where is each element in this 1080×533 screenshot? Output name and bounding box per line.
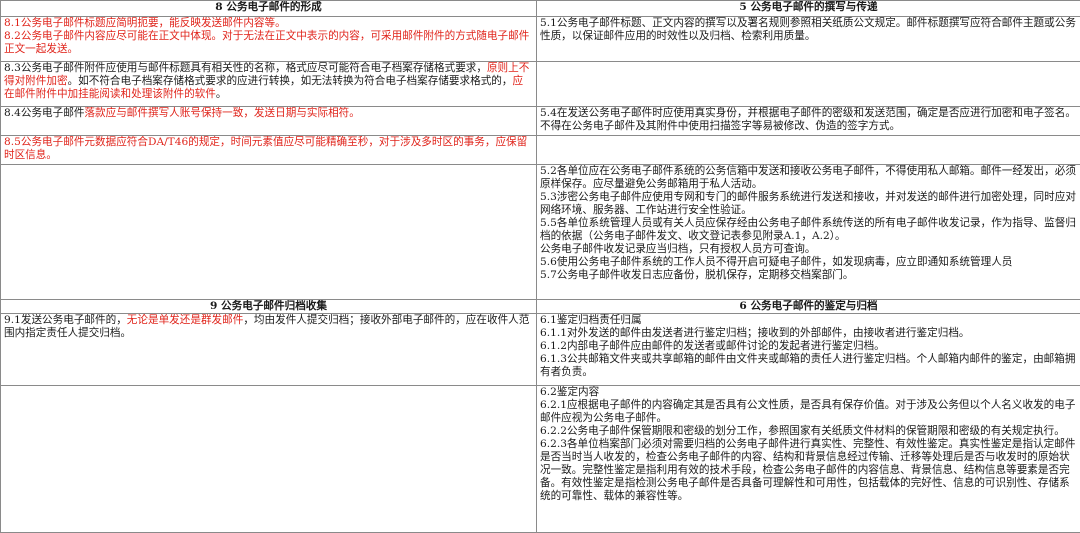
table-row: 9.1发送公务电子邮件的，无论是单发还是群发邮件，均由发件人提交归档；接收外部电… (1, 314, 1080, 386)
clause-5-3: 5.3涉密公务电子邮件应使用专网和专门的邮件服务系统进行发送和接收，并对发送的邮… (540, 191, 1077, 217)
clause-6-2-3: 6.2.3各单位档案部门必须对需要归档的公务电子邮件进行真实性、完整性、有效性鉴… (540, 438, 1077, 503)
clause-6-1: 6.1鉴定归档责任归属 (540, 314, 1077, 327)
empty-cell (1, 165, 537, 300)
cell-8-5: 8.5公务电子邮件元数据应符合DA/T46的规定，时间元素值应尽可能精确至秒，对… (1, 136, 537, 165)
clause-8-4-highlight: 落款应与邮件撰写人账号保持一致，发送日期与实际相符。 (84, 107, 359, 119)
document-table: 8 公务电子邮件的形成 5 公务电子邮件的撰写与传递 8.1公务电子邮件标题应简… (0, 0, 1080, 533)
clause-9-1-highlight: 无论是单发还是群发邮件 (127, 314, 244, 326)
clause-5-1: 5.1公务电子邮件标题、正文内容的撰写以及署名规则参照相关纸质公文规定。邮件标题… (540, 17, 1077, 43)
table-row: 8.3公务电子邮件附件应使用与邮件标题具有相关性的名称，格式应尽可能符合电子档案… (1, 62, 1080, 107)
clause-8-2: 8.2公务电子邮件内容应尽可能在正文中体现。对于无法在正文中表示的内容，可采用邮… (4, 30, 533, 56)
header-section-8: 8 公务电子邮件的形成 (1, 1, 537, 17)
header-section-9: 9 公务电子邮件归档收集 (1, 300, 537, 314)
cell-5-1: 5.1公务电子邮件标题、正文内容的撰写以及署名规则参照相关纸质公文规定。邮件标题… (537, 17, 1080, 62)
clause-8-4-text: 8.4公务电子邮件 (4, 107, 84, 119)
clause-5-4: 5.4在发送公务电子邮件时应使用真实身份，并根据电子邮件的密级和发送范围，确定是… (540, 107, 1077, 133)
clause-6-2-1: 6.2.1应根据电子邮件的内容确定其是否具有公文性质，是否具有保存价值。对于涉及… (540, 399, 1077, 425)
clause-6-2-2: 6.2.2公务电子邮件保管期限和密级的划分工作，参照国家有关纸质文件材料的保管期… (540, 425, 1077, 438)
cell-8-1-8-2: 8.1公务电子邮件标题应简明扼要，能反映发送邮件内容等。 8.2公务电子邮件内容… (1, 17, 537, 62)
empty-cell (1, 386, 537, 533)
clause-5-5-note: 公务电子邮件收发记录应当归档，只有授权人员方可查询。 (540, 243, 1077, 256)
empty-cell (537, 62, 1080, 107)
cell-6-2: 6.2鉴定内容 6.2.1应根据电子邮件的内容确定其是否具有公文性质，是否具有保… (537, 386, 1080, 533)
header-section-6: 6 公务电子邮件的鉴定与归档 (537, 300, 1080, 314)
table-row: 8.4公务电子邮件落款应与邮件撰写人账号保持一致，发送日期与实际相符。 5.4在… (1, 107, 1080, 136)
clause-8-3-text-1: 8.3公务电子邮件附件应使用与邮件标题具有相关性的名称，格式应尽可能符合电子档案… (4, 62, 487, 74)
cell-5-4: 5.4在发送公务电子邮件时应使用真实身份，并根据电子邮件的密级和发送范围，确定是… (537, 107, 1080, 136)
table-row: 5.2各单位应在公务电子邮件系统的公务信箱中发送和接收公务电子邮件，不得使用私人… (1, 165, 1080, 300)
table-header-row: 9 公务电子邮件归档收集 6 公务电子邮件的鉴定与归档 (1, 300, 1080, 314)
clause-6-2: 6.2鉴定内容 (540, 386, 1077, 399)
table-header-row: 8 公务电子邮件的形成 5 公务电子邮件的撰写与传递 (1, 1, 1080, 17)
clause-6-1-3: 6.1.3公共邮箱文件夹或共享邮箱的邮件由文件夹或邮箱的责任人进行鉴定归档。个人… (540, 353, 1077, 379)
clause-9-1-text-1: 9.1发送公务电子邮件的， (4, 314, 127, 326)
clause-8-3-text-3: 。 (216, 88, 227, 100)
clause-6-1-2: 6.1.2内部电子邮件应由邮件的发送者或邮件讨论的发起者进行鉴定归档。 (540, 340, 1077, 353)
table-row: 8.5公务电子邮件元数据应符合DA/T46的规定，时间元素值应尽可能精确至秒，对… (1, 136, 1080, 165)
cell-8-3: 8.3公务电子邮件附件应使用与邮件标题具有相关性的名称，格式应尽可能符合电子档案… (1, 62, 537, 107)
cell-8-4: 8.4公务电子邮件落款应与邮件撰写人账号保持一致，发送日期与实际相符。 (1, 107, 537, 136)
header-section-5: 5 公务电子邮件的撰写与传递 (537, 1, 1080, 17)
clause-5-7: 5.7公务电子邮件收发日志应备份，脱机保存，定期移交档案部门。 (540, 269, 1077, 282)
clause-5-2: 5.2各单位应在公务电子邮件系统的公务信箱中发送和接收公务电子邮件，不得使用私人… (540, 165, 1077, 191)
clause-8-5: 8.5公务电子邮件元数据应符合DA/T46的规定，时间元素值应尽可能精确至秒，对… (4, 136, 533, 162)
clause-6-1-1: 6.1.1对外发送的邮件由发送者进行鉴定归档；接收到的外部邮件，由接收者进行鉴定… (540, 327, 1077, 340)
cell-9-1: 9.1发送公务电子邮件的，无论是单发还是群发邮件，均由发件人提交归档；接收外部电… (1, 314, 537, 386)
clause-5-5: 5.5各单位系统管理人员或有关人员应保存经由公务电子邮件系统传送的所有电子邮件收… (540, 217, 1077, 243)
clause-5-6: 5.6使用公务电子邮件系统的工作人员不得开启可疑电子邮件，如发现病毒，应立即通知… (540, 256, 1077, 269)
table-row: 8.1公务电子邮件标题应简明扼要，能反映发送邮件内容等。 8.2公务电子邮件内容… (1, 17, 1080, 62)
empty-cell (537, 136, 1080, 165)
clause-8-1: 8.1公务电子邮件标题应简明扼要，能反映发送邮件内容等。 (4, 17, 533, 30)
clause-8-3-text-2: 。如不符合电子档案存储格式要求的应进行转换，如无法转换为符合电子档案存储要求格式… (68, 75, 513, 87)
table-row: 6.2鉴定内容 6.2.1应根据电子邮件的内容确定其是否具有公文性质，是否具有保… (1, 386, 1080, 533)
cell-5-2-to-5-7: 5.2各单位应在公务电子邮件系统的公务信箱中发送和接收公务电子邮件，不得使用私人… (537, 165, 1080, 300)
cell-6-1: 6.1鉴定归档责任归属 6.1.1对外发送的邮件由发送者进行鉴定归档；接收到的外… (537, 314, 1080, 386)
